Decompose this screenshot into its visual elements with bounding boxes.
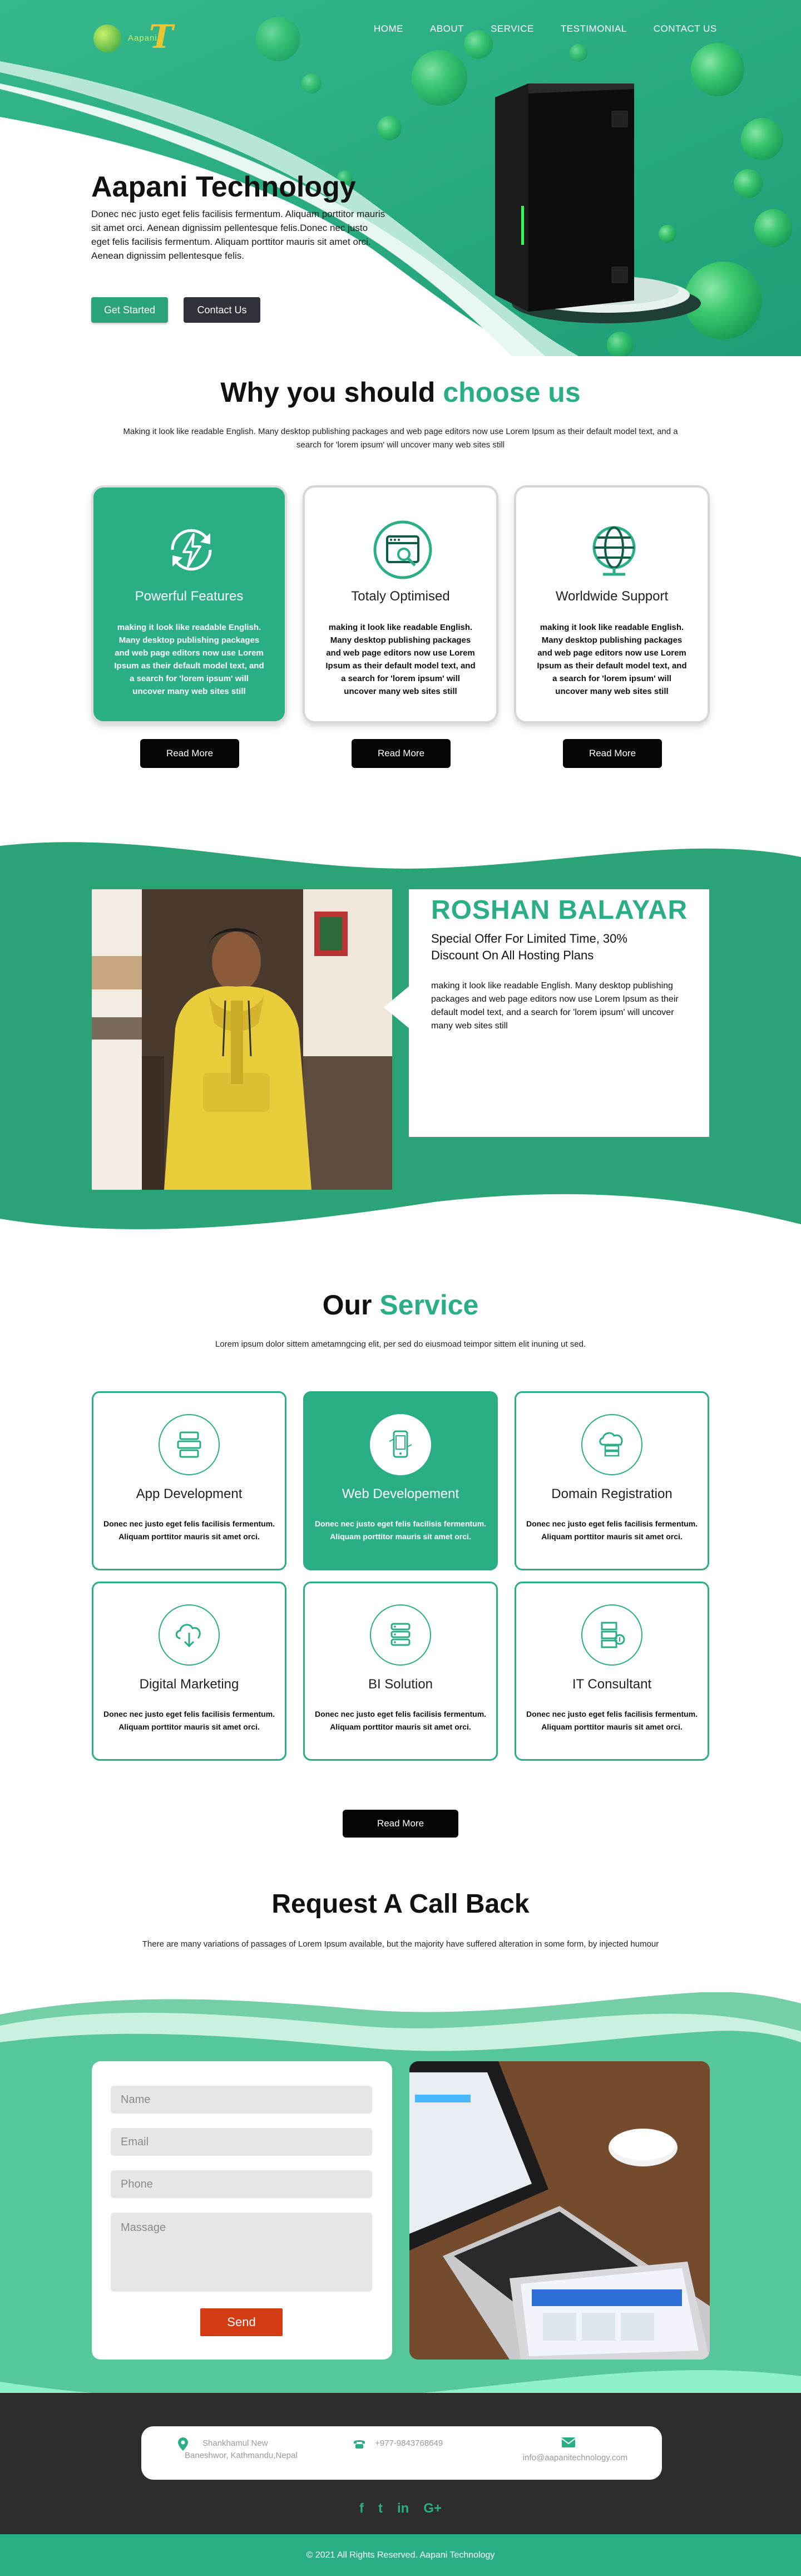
service-text: Donec nec justo eget felis facilisis fer… xyxy=(103,1710,275,1731)
email-info[interactable]: info@aapanitechnology.com xyxy=(508,2437,642,2464)
main-nav: HOME ABOUT SERVICE TESTIMONIAL CONTACT U… xyxy=(374,23,744,35)
read-more-button[interactable]: Read More xyxy=(352,739,451,768)
service-subtitle: Lorem ipsum dolor sittem ametamngcing el… xyxy=(215,1339,586,1349)
why-title-accent: choose us xyxy=(443,377,581,408)
database-icon xyxy=(370,1604,431,1666)
name-field[interactable] xyxy=(111,2086,372,2114)
phone-info[interactable]: +977-9843768649 xyxy=(353,2437,464,2450)
twitter-icon[interactable]: t xyxy=(378,2501,383,2516)
mobile-web-icon xyxy=(370,1414,431,1475)
browser-search-icon xyxy=(373,520,432,579)
service-card-bi[interactable]: BI Solution Donec nec justo eget felis f… xyxy=(303,1582,498,1761)
contact-us-button[interactable]: Contact Us xyxy=(184,297,260,323)
email-field[interactable] xyxy=(111,2128,372,2156)
feature-text: making it look like readable English. Ma… xyxy=(537,623,687,696)
phone-icon xyxy=(354,2440,365,2449)
callback-title: Request A Call Back xyxy=(271,1889,530,1919)
google-plus-icon[interactable]: G+ xyxy=(423,2501,442,2516)
service-title: Web Developement xyxy=(342,1486,459,1501)
nav-about[interactable]: ABOUT xyxy=(430,23,464,35)
laptop-image xyxy=(409,2061,710,2360)
envelope-icon xyxy=(562,2437,575,2447)
why-title-main: Why you should xyxy=(220,377,443,408)
about-name: ROSHAN BALAYAR xyxy=(431,895,688,925)
feature-title: Totaly Optimised xyxy=(351,589,450,604)
service-title: BI Solution xyxy=(368,1677,433,1692)
service-read-more-button[interactable]: Read More xyxy=(343,1810,458,1838)
nav-service[interactable]: SERVICE xyxy=(491,23,534,35)
hero-description: Donec nec justo eget felis facilisis fer… xyxy=(91,209,385,261)
send-button[interactable]: Send xyxy=(200,2308,283,2336)
service-card-web[interactable]: Web Developement Donec nec justo eget fe… xyxy=(303,1391,498,1570)
why-title: Why you should choose us xyxy=(0,376,801,408)
nav-testimonial[interactable]: TESTIMONIAL xyxy=(561,23,627,35)
read-more-button[interactable]: Read More xyxy=(140,739,239,768)
feature-title: Worldwide Support xyxy=(555,589,669,604)
nav-contact-us[interactable]: CONTACT US xyxy=(654,23,717,35)
app-stack-icon xyxy=(159,1414,220,1475)
service-title-accent: Service xyxy=(379,1289,479,1321)
social-links: f t in G+ xyxy=(323,2501,478,2516)
cloud-server-icon xyxy=(581,1414,642,1475)
address-line-2: Baneshwor, Kathmandu,Nepal xyxy=(185,2451,298,2460)
email-address: info@aapanitechnology.com xyxy=(522,2453,628,2462)
service-text: Donec nec justo eget felis facilisis fer… xyxy=(103,1519,275,1541)
feature-text: making it look like readable English. Ma… xyxy=(325,623,476,696)
logo-leaf-icon xyxy=(93,24,121,52)
contact-info-box: Shankhamul New Baneshwor, Kathmandu,Nepa… xyxy=(141,2426,662,2480)
service-text: Donec nec justo eget felis facilisis fer… xyxy=(526,1519,698,1541)
message-field[interactable] xyxy=(111,2213,372,2292)
nav-home[interactable]: HOME xyxy=(374,23,403,35)
location-pin-icon xyxy=(178,2437,188,2451)
service-title-main: Our xyxy=(322,1289,380,1321)
service-card-consultant[interactable]: IT Consultant Donec nec justo eget felis… xyxy=(515,1582,709,1761)
service-title: Our Service xyxy=(0,1289,801,1321)
why-subtitle: Making it look like readable English. Ma… xyxy=(123,427,678,450)
about-card: ROSHAN BALAYAR Special Offer For Limited… xyxy=(409,889,709,1137)
about-offer: Special Offer For Limited Time, 30% Disc… xyxy=(431,932,627,962)
feature-title: Powerful Features xyxy=(135,589,244,604)
get-started-button[interactable]: Get Started xyxy=(91,297,168,323)
feature-text: making it look like readable English. Ma… xyxy=(114,623,264,696)
profile-photo xyxy=(92,889,392,1190)
server-rack-icon xyxy=(581,1604,642,1666)
globe-icon xyxy=(592,526,636,576)
cloud-download-icon xyxy=(159,1604,220,1666)
address-line-1: Shankhamul New xyxy=(202,2439,268,2448)
callback-form: Send xyxy=(92,2061,392,2360)
about-description: making it look like readable English. Ma… xyxy=(431,981,679,1031)
linkedin-icon[interactable]: in xyxy=(397,2501,409,2516)
address-info: Shankhamul New Baneshwor, Kathmandu,Nepa… xyxy=(175,2437,319,2462)
callback-subtitle: There are many variations of passages of… xyxy=(142,1939,659,1949)
service-card-domain[interactable]: Domain Registration Donec nec justo eget… xyxy=(515,1391,709,1570)
service-title: Domain Registration xyxy=(551,1486,673,1501)
brand-logo[interactable]: Aapani T xyxy=(93,18,221,56)
service-title: IT Consultant xyxy=(572,1677,652,1692)
facebook-icon[interactable]: f xyxy=(359,2501,364,2516)
service-title: App Development xyxy=(136,1486,243,1501)
phone-number: +977-9843768649 xyxy=(375,2439,443,2448)
service-title: Digital Marketing xyxy=(139,1677,239,1692)
service-card-marketing[interactable]: Digital Marketing Donec nec justo eget f… xyxy=(92,1582,286,1761)
service-text: Donec nec justo eget felis facilisis fer… xyxy=(526,1710,698,1731)
phone-field[interactable] xyxy=(111,2170,372,2198)
service-text: Donec nec justo eget felis facilisis fer… xyxy=(314,1710,487,1731)
service-card-app[interactable]: App Development Donec nec justo eget fel… xyxy=(92,1391,286,1570)
feature-card-support: Worldwide Support making it look like re… xyxy=(514,485,710,723)
feature-card-powerful: Powerful Features making it look like re… xyxy=(91,485,287,723)
service-text: Donec nec justo eget felis facilisis fer… xyxy=(314,1519,487,1541)
hero-title: Aapani Technology xyxy=(91,171,356,203)
lightning-refresh-icon xyxy=(171,529,212,571)
feature-card-optimised: Totaly Optimised making it look like rea… xyxy=(303,485,498,723)
copyright-bar: © 2021 All Rights Reserved. Aapani Techn… xyxy=(0,2534,801,2576)
hero-section: Aapani T HOME ABOUT SERVICE TESTIMONIAL … xyxy=(0,0,801,356)
read-more-button[interactable]: Read More xyxy=(563,739,662,768)
logo-letter: T xyxy=(149,18,174,56)
